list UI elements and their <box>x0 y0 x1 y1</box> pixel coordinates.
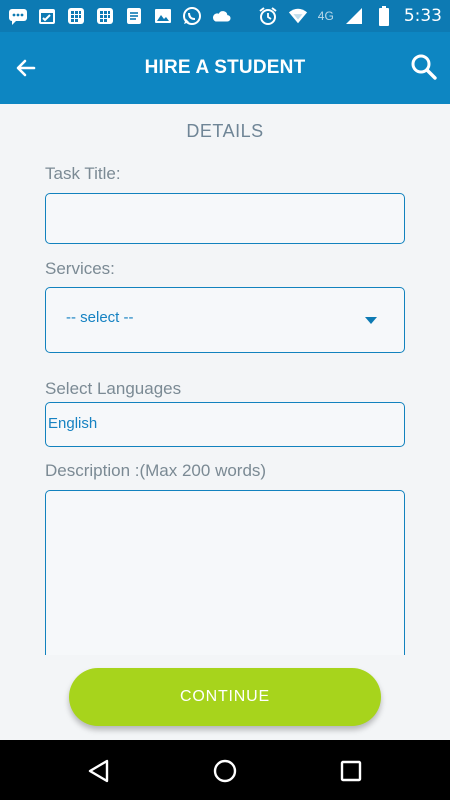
languages-label: Select Languages <box>45 379 182 398</box>
search-icon[interactable] <box>410 53 438 81</box>
calculator-icon <box>95 6 115 26</box>
description-textarea[interactable] <box>45 490 405 655</box>
network-type: 4G <box>317 9 334 23</box>
nav-back-icon[interactable] <box>86 758 112 784</box>
languages-selected-value: English <box>48 415 98 432</box>
system-status: 4G 5:33 <box>258 6 442 26</box>
nav-recent-apps-icon[interactable] <box>338 758 364 784</box>
notification-icons <box>8 6 231 26</box>
services-selected-value: -- select -- <box>66 309 134 326</box>
task-title-label: Task Title: <box>45 164 121 183</box>
nav-home-icon[interactable] <box>212 758 238 784</box>
signal-icon <box>344 6 364 26</box>
calculator-icon <box>66 6 86 26</box>
form-content: DETAILS Task Title: Services: -- select … <box>0 104 450 655</box>
calendar-icon <box>37 6 57 26</box>
page-title: HIRE A STUDENT <box>144 57 306 78</box>
services-label: Services: <box>45 259 115 278</box>
services-select[interactable]: -- select -- <box>45 287 405 353</box>
section-title: DETAILS <box>186 121 264 141</box>
cloud-icon <box>211 6 231 26</box>
chat-icon <box>8 6 28 26</box>
status-bar: 4G 5:33 <box>0 0 450 32</box>
wifi-icon <box>288 6 308 26</box>
navigation-bar <box>0 740 450 800</box>
description-label: Description :(Max 200 words) <box>45 461 267 480</box>
continue-button[interactable]: CONTINUE <box>69 668 381 726</box>
image-icon <box>153 6 173 26</box>
task-title-input[interactable] <box>45 193 405 244</box>
battery-icon <box>374 6 394 26</box>
languages-field[interactable]: English <box>45 402 405 447</box>
notes-icon <box>124 6 144 26</box>
arrow-left-icon[interactable] <box>14 56 38 80</box>
whatsapp-icon <box>182 6 202 26</box>
caret-down-icon <box>365 317 377 324</box>
clock: 5:33 <box>403 6 442 26</box>
app-bar: HIRE A STUDENT <box>0 32 450 104</box>
alarm-icon <box>258 6 278 26</box>
